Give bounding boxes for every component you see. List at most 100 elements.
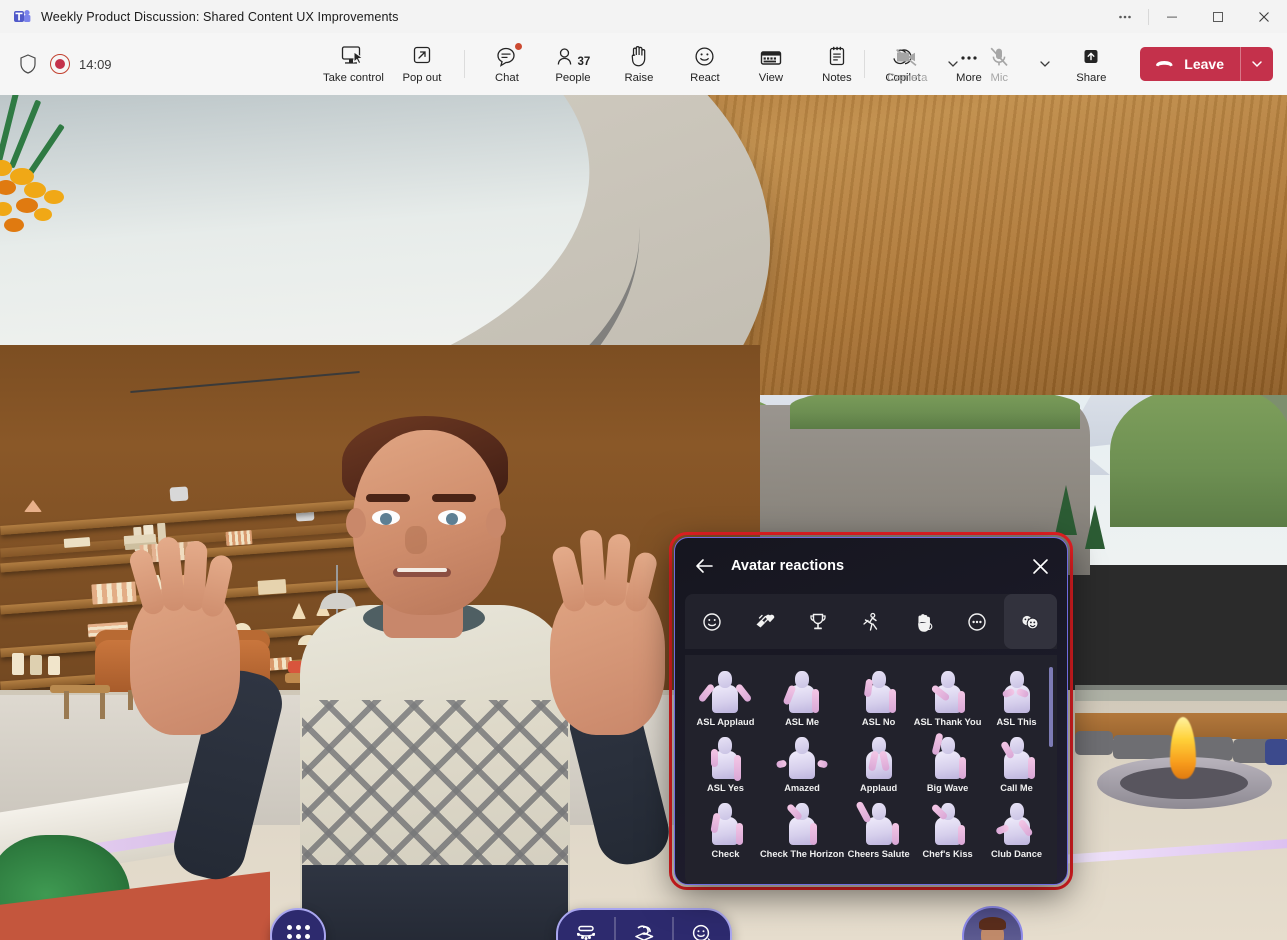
reaction-item[interactable]: ASL This: [982, 667, 1051, 727]
green-hill: [1110, 387, 1287, 527]
reaction-figure: [853, 799, 905, 847]
share-button[interactable]: Share: [1058, 40, 1124, 88]
category-tab-gestures[interactable]: [898, 594, 951, 649]
chat-icon: [495, 44, 519, 68]
reaction-item[interactable]: ASL Yes: [691, 733, 760, 793]
maximize-button[interactable]: [1195, 0, 1241, 33]
view-button[interactable]: View: [738, 40, 804, 88]
mic-chevron-down-icon[interactable]: [1032, 44, 1058, 84]
hangup-icon: [1154, 56, 1175, 72]
reaction-item[interactable]: Chef's Kiss: [913, 799, 982, 859]
avatar-teeth: [397, 568, 447, 572]
pop-out-label: Pop out: [402, 72, 441, 84]
toolbar-right-cluster: Camera Mic: [855, 33, 1273, 95]
minimize-button[interactable]: [1149, 0, 1195, 33]
reaction-item[interactable]: ASL Me: [760, 667, 844, 727]
avatar-sweater-hem: [302, 865, 568, 940]
window-more-button[interactable]: [1102, 0, 1148, 33]
reaction-figure: [699, 733, 751, 781]
reaction-item[interactable]: Club Dance: [982, 799, 1051, 859]
raise-hand-button[interactable]: Raise: [606, 40, 672, 88]
meeting-toolbar: 14:09 Take control: [0, 33, 1287, 96]
avatar-eyebrow: [432, 494, 476, 502]
reaction-figure: [922, 667, 974, 715]
close-icon[interactable]: [1027, 553, 1053, 579]
leave-button[interactable]: Leave: [1140, 47, 1240, 81]
reaction-label: ASL This: [996, 717, 1036, 727]
reactions-button[interactable]: [674, 910, 730, 940]
reaction-label: Cheers Salute: [848, 849, 910, 859]
take-control-button[interactable]: Take control: [318, 40, 389, 88]
speaker-avatar: [150, 400, 710, 940]
reaction-item[interactable]: Call Me: [982, 733, 1051, 793]
mic-button[interactable]: Mic: [966, 40, 1032, 88]
notes-icon: [827, 44, 847, 68]
recording-icon: [50, 54, 70, 74]
mic-off-icon: [988, 44, 1010, 68]
reaction-label: ASL Me: [785, 717, 819, 727]
reaction-figure: [991, 733, 1043, 781]
share-label: Share: [1076, 72, 1106, 84]
avatar-left-hand: [130, 585, 240, 735]
avatar-ear: [486, 508, 506, 538]
category-tab-emoji[interactable]: [685, 594, 738, 649]
reaction-item[interactable]: Amazed: [760, 733, 844, 793]
pop-out-button[interactable]: Pop out: [389, 40, 455, 88]
teams-icon: [14, 8, 31, 25]
reaction-grid-scrollbar[interactable]: [1049, 667, 1053, 747]
raise-label: Raise: [624, 72, 653, 84]
window-title: Weekly Product Discussion: Shared Conten…: [41, 10, 399, 24]
back-arrow-icon[interactable]: [691, 553, 717, 579]
grid-dots-icon: [287, 925, 310, 940]
recording-indicator: 14:09: [50, 54, 112, 74]
reaction-figure: [699, 667, 751, 715]
seating-icon: [573, 922, 599, 940]
shield-icon[interactable]: [18, 53, 38, 75]
leave-label: Leave: [1184, 56, 1224, 72]
reaction-label: ASL Thank You: [914, 717, 982, 727]
reaction-figure: [991, 799, 1043, 847]
seat-picker-button[interactable]: [558, 910, 614, 940]
reaction-item[interactable]: Applaud: [844, 733, 913, 793]
leave-chevron-down-icon[interactable]: [1241, 47, 1273, 81]
reaction-item[interactable]: Check The Horizon: [760, 799, 844, 859]
avatar-sweater-pattern: [302, 700, 568, 870]
category-tab-applause[interactable]: [738, 594, 791, 649]
camera-chevron-down-icon[interactable]: [940, 44, 966, 84]
reaction-label: Club Dance: [991, 849, 1042, 859]
share-up-arrow-icon: [1080, 44, 1102, 68]
reaction-figure: [922, 799, 974, 847]
reaction-item[interactable]: ASL Applaud: [691, 667, 760, 727]
react-button[interactable]: React: [672, 40, 738, 88]
category-tab-avatar-reactions[interactable]: [1004, 594, 1057, 649]
people-icon: 37: [556, 44, 591, 68]
reaction-label: Check The Horizon: [760, 849, 844, 859]
decor-object: [12, 653, 24, 675]
avatar-reactions-header: Avatar reactions: [675, 538, 1067, 594]
category-tab-celebrate[interactable]: [791, 594, 844, 649]
people-button[interactable]: 37 People: [540, 40, 606, 88]
virtual-environment: Weekly Product Discuss... Avatar reactio…: [0, 95, 1287, 940]
category-tab-dance[interactable]: [844, 594, 897, 649]
perspective-icon: [631, 922, 657, 940]
reaction-item[interactable]: Cheers Salute: [844, 799, 913, 859]
view-label: View: [759, 72, 783, 84]
reaction-item[interactable]: Big Wave: [913, 733, 982, 793]
category-tab-more[interactable]: [951, 594, 1004, 649]
close-button[interactable]: [1241, 0, 1287, 33]
avatar-nose: [405, 526, 427, 554]
reaction-item[interactable]: Check: [691, 799, 760, 859]
chat-button[interactable]: Chat: [474, 40, 540, 88]
camera-button[interactable]: Camera: [874, 40, 940, 88]
toolbar-divider-2: [864, 50, 865, 78]
reaction-label: Big Wave: [927, 783, 969, 793]
view-mode-button[interactable]: [616, 910, 672, 940]
glass-railing: [1075, 685, 1287, 701]
reaction-item[interactable]: ASL No: [844, 667, 913, 727]
pop-out-icon: [410, 44, 434, 68]
smiley-icon: [693, 44, 716, 68]
camera-label: Camera: [887, 72, 927, 84]
toolbar-left-cluster: 14:09: [0, 53, 112, 75]
reaction-grid-container: ASL Applaud ASL Me: [685, 655, 1057, 885]
reaction-item[interactable]: ASL Thank You: [913, 667, 982, 727]
